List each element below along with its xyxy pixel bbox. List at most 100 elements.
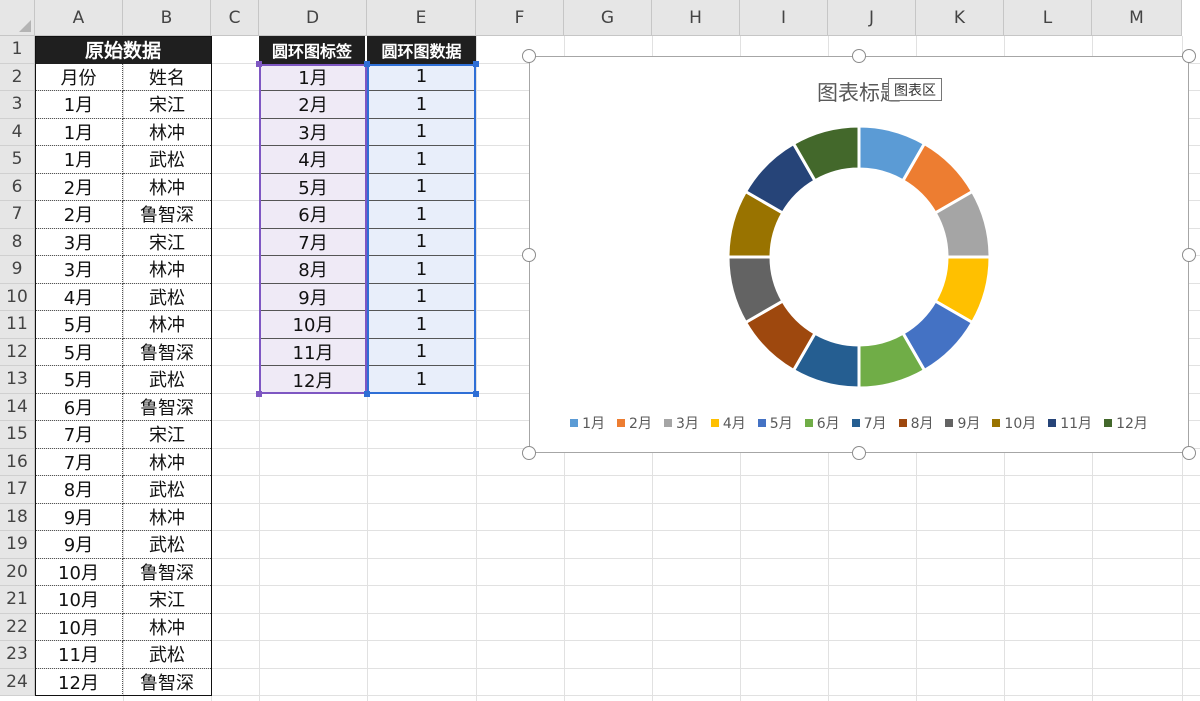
chart-resize-handle[interactable] [1182,446,1196,460]
select-all-corner[interactable] [0,0,35,36]
donut-value-cell[interactable]: 1 [367,256,476,284]
donut-value-cell[interactable]: 1 [367,228,476,256]
source-month-cell[interactable]: 12月 [35,668,123,696]
source-month-cell[interactable]: 10月 [35,613,123,641]
row-header-14[interactable]: 14 [0,393,35,421]
donut-label-cell[interactable]: 12月 [259,366,367,394]
legend-item[interactable]: 9月 [945,413,980,433]
donut-label-cell[interactable]: 10月 [259,311,367,339]
donut-value-cell[interactable]: 1 [367,338,476,366]
column-header-H[interactable]: H [652,0,740,36]
donut-value-cell[interactable]: 1 [367,201,476,229]
legend-item[interactable]: 3月 [663,413,699,433]
source-name-cell[interactable]: 林冲 [123,504,211,531]
donut-value-cell[interactable]: 1 [367,311,476,339]
source-name-cell[interactable]: 武松 [123,146,211,174]
donut-value-cell[interactable]: 1 [367,366,476,394]
legend-item[interactable]: 6月 [804,413,840,433]
donut-value-cell[interactable]: 1 [367,63,476,91]
source-header-month[interactable]: 月份 [35,63,123,91]
donut-label-cell[interactable]: 5月 [259,173,367,201]
row-header-21[interactable]: 21 [0,586,35,614]
legend-item[interactable]: 11月 [1048,413,1092,433]
row-header-10[interactable]: 10 [0,283,35,311]
source-month-cell[interactable]: 11月 [35,641,123,669]
column-header-G[interactable]: G [564,0,652,36]
column-header-C[interactable]: C [211,0,259,36]
spreadsheet[interactable]: ABCDEFGHIJKLM 1 2 3 4 5 6 7 8 9 10 11 12 13 14 15 16 17 1… [0,0,1200,701]
row-header-15[interactable]: 15 [0,421,35,449]
source-name-cell[interactable]: 鲁智深 [123,394,211,421]
column-header-B[interactable]: B [123,0,211,36]
source-name-cell[interactable]: 鲁智深 [123,559,211,586]
source-month-cell[interactable]: 5月 [35,311,123,339]
row-header-22[interactable]: 22 [0,613,35,641]
source-name-cell[interactable]: 鲁智深 [123,669,211,697]
legend-item[interactable]: 12月 [1104,413,1148,433]
range-corner-handle[interactable] [473,390,479,397]
range-corner-handle[interactable] [364,390,370,397]
source-month-cell[interactable]: 2月 [35,201,123,229]
donut-value-cell[interactable]: 1 [367,118,476,146]
source-month-cell[interactable]: 5月 [35,338,123,366]
source-name-cell[interactable]: 林冲 [123,311,211,339]
donut-label-cell[interactable]: 2月 [259,91,367,119]
row-header-17[interactable]: 17 [0,476,35,504]
legend-item[interactable]: 10月 [992,413,1036,433]
row-header-5[interactable]: 5 [0,146,35,174]
donut-value-cell[interactable]: 1 [367,91,476,119]
source-month-cell[interactable]: 10月 [35,586,123,614]
source-name-cell[interactable]: 林冲 [123,256,211,284]
row-header-23[interactable]: 23 [0,641,35,669]
source-month-cell[interactable]: 5月 [35,366,123,394]
source-month-cell[interactable]: 7月 [35,421,123,449]
source-month-cell[interactable]: 4月 [35,283,123,311]
source-name-cell[interactable]: 林冲 [123,614,211,641]
row-header-1[interactable]: 1 [0,36,35,64]
row-header-16[interactable]: 16 [0,448,35,476]
row-header-24[interactable]: 24 [0,668,35,696]
column-header-J[interactable]: J [828,0,916,36]
source-month-cell[interactable]: 9月 [35,531,123,559]
donut-data-header[interactable]: 圆环图数据 [367,36,476,64]
chart-resize-handle[interactable] [1182,247,1196,262]
donut-label-cell[interactable]: 9月 [259,283,367,311]
source-month-cell[interactable]: 3月 [35,228,123,256]
chart-resize-handle[interactable] [852,446,866,460]
source-name-cell[interactable]: 宋江 [123,91,211,119]
source-name-cell[interactable]: 武松 [123,476,211,504]
column-header-E[interactable]: E [367,0,476,36]
legend-item[interactable]: 4月 [710,413,746,433]
row-header-3[interactable]: 3 [0,91,35,119]
row-header-6[interactable]: 6 [0,173,35,201]
source-name-cell[interactable]: 鲁智深 [123,339,211,366]
legend-item[interactable]: 8月 [898,413,933,433]
row-header-12[interactable]: 12 [0,338,35,366]
column-header-I[interactable]: I [740,0,828,36]
donut-value-cell[interactable]: 1 [367,173,476,201]
source-name-cell[interactable]: 武松 [123,366,211,394]
source-name-cell[interactable]: 宋江 [123,229,211,256]
donut-label-cell[interactable]: 6月 [259,201,367,229]
source-month-cell[interactable]: 7月 [35,448,123,476]
row-header-8[interactable]: 8 [0,228,35,256]
source-month-cell[interactable]: 8月 [35,476,123,504]
donut-label-header[interactable]: 圆环图标签 [259,36,367,64]
donut-chart[interactable] [530,57,1190,454]
row-header-20[interactable]: 20 [0,558,35,586]
source-name-cell[interactable]: 鲁智深 [123,201,211,229]
donut-label-cell[interactable]: 4月 [259,146,367,174]
row-header-19[interactable]: 19 [0,531,35,559]
donut-label-cell[interactable]: 11月 [259,338,367,366]
source-name-cell[interactable]: 武松 [123,531,211,559]
column-header-F[interactable]: F [476,0,564,36]
column-header-M[interactable]: M [1092,0,1182,36]
range-corner-handle[interactable] [256,390,262,397]
legend-item[interactable]: 7月 [851,413,887,433]
donut-label-cell[interactable]: 7月 [259,228,367,256]
donut-value-cell[interactable]: 1 [367,146,476,174]
donut-label-cell[interactable]: 3月 [259,118,367,146]
source-month-cell[interactable]: 3月 [35,256,123,284]
chart-resize-handle[interactable] [852,49,866,63]
source-name-cell[interactable]: 宋江 [123,421,211,449]
